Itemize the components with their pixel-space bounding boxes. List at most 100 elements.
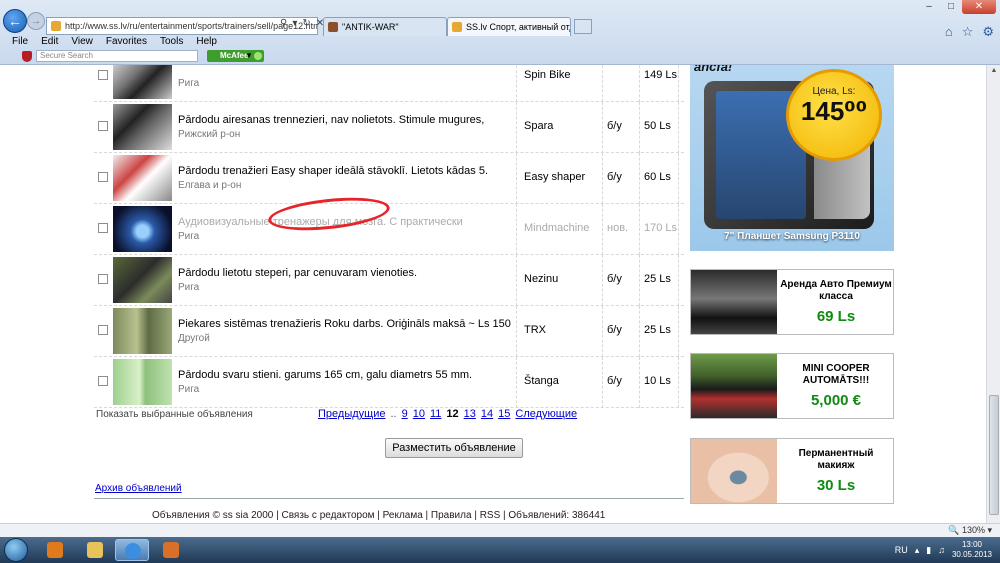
mcafee-button[interactable]: McAfee (207, 50, 265, 62)
ad-title: Перманентный макияж (798, 448, 874, 471)
listing-title-link[interactable]: Pārdodu svaru stieni. garums 165 cm, gal… (178, 369, 518, 381)
menu-favorites[interactable]: Favorites (106, 36, 147, 49)
browser-tab-active[interactable]: SS.lv Спорт, активный отд... (447, 17, 571, 36)
search-icon[interactable]: ⚲ (280, 18, 287, 29)
address-tools: ⚲ ▾ ↻ ✕ (280, 18, 324, 29)
back-button[interactable]: ← (3, 9, 27, 33)
menu-help[interactable]: Help (196, 36, 217, 49)
listing-title-link[interactable]: Pārdodu lietotu steperi, par cenuvaram v… (178, 267, 518, 279)
menu-tools[interactable]: Tools (160, 36, 183, 49)
table-row[interactable]: Piekares sistēmas trenažieris Roku darbs… (94, 306, 684, 357)
menu-edit[interactable]: Edit (41, 36, 58, 49)
minimize-button[interactable]: – (918, 0, 940, 14)
column-divider (602, 255, 603, 306)
listing-thumbnail[interactable] (113, 308, 172, 354)
eye-image (691, 439, 777, 503)
listing-model: Spara (524, 120, 554, 132)
folder-taskbar-icon[interactable] (78, 539, 112, 561)
listing-price: 60 Ls (644, 171, 671, 183)
listing-thumbnail[interactable] (113, 104, 172, 150)
listing-title-link[interactable]: Pārdodu airesanas trennezieri, nav nolie… (178, 114, 518, 126)
tray-arrow-icon[interactable]: ▴ (915, 545, 920, 556)
chevron-down-icon[interactable]: ▼ (245, 51, 253, 60)
address-bar[interactable]: http://www.ss.lv/ru/entertainment/sports… (46, 17, 318, 35)
table-row[interactable]: Pārdodu trenažieri Easy shaper ideālā st… (94, 153, 684, 204)
scroll-up-icon[interactable]: ▲ (989, 67, 999, 77)
listing-thumbnail[interactable] (113, 257, 172, 303)
menu-view[interactable]: View (71, 36, 93, 49)
ad-logo-text: ancfa! (694, 65, 733, 74)
select-checkbox[interactable] (98, 121, 108, 131)
forward-button[interactable]: → (27, 12, 45, 30)
ad-title: MINI COOPER AUTOMĀTS!!! (802, 363, 870, 386)
tablet-ad-banner[interactable]: ancfa! Цена, Ls: 145⁰⁰ 7" Планшет Samsun… (690, 65, 894, 251)
dropdown-icon[interactable]: ▾ (292, 18, 297, 29)
car-rental-ad[interactable]: Аренда Авто Премиум класса 69 Ls (690, 269, 894, 335)
listing-title-link[interactable]: Pārdodu trenažieri Easy shaper ideālā st… (178, 165, 518, 177)
footer: Объявления © ss sia 2000 | Связь с редак… (152, 510, 606, 521)
column-divider (602, 306, 603, 357)
secure-search-input[interactable]: Secure Search (36, 50, 198, 62)
price-badge: Цена, Ls: 145⁰⁰ (786, 69, 882, 161)
clock[interactable]: 13:00 30.05.2013 (952, 540, 992, 560)
scroll-thumb[interactable] (989, 395, 999, 515)
select-checkbox[interactable] (98, 70, 108, 80)
table-row[interactable]: Pārdodu svaru stieni. garums 165 cm, gal… (94, 357, 684, 408)
page-link-10[interactable]: 10 (413, 408, 425, 420)
volume-icon[interactable]: ♫ (938, 545, 945, 555)
listing-thumbnail[interactable] (113, 155, 172, 201)
select-checkbox[interactable] (98, 325, 108, 335)
listing-thumbnail[interactable] (113, 65, 172, 99)
column-divider (516, 306, 517, 357)
page-scrollbar[interactable]: ▲ ▼ (986, 65, 1000, 537)
ie-taskbar-icon[interactable] (115, 539, 149, 561)
start-button[interactable] (4, 538, 28, 562)
table-row[interactable]: Pārdodu airesanas trennezieri, nav nolie… (94, 102, 684, 153)
network-icon[interactable]: ▮ (926, 545, 931, 556)
window-close-button[interactable]: ✕ (962, 0, 996, 14)
listing-thumbnail[interactable] (113, 359, 172, 405)
refresh-icon[interactable]: ↻ (302, 18, 310, 29)
tab-favicon-icon (452, 22, 462, 32)
zoom-level[interactable]: 🔍 130% ▾ (948, 525, 992, 536)
page-link-11[interactable]: 11 (430, 408, 441, 420)
listing-model: Nezinu (524, 273, 559, 285)
paint-taskbar-icon[interactable] (154, 539, 188, 561)
page-link-15[interactable]: 15 (498, 408, 510, 420)
next-page-link[interactable]: Следующие (515, 408, 577, 420)
table-row[interactable]: Pārdodu lietotu steperi, par cenuvaram v… (94, 255, 684, 306)
select-checkbox[interactable] (98, 172, 108, 182)
table-row[interactable]: Рига Spin Bike 149 Ls (94, 65, 684, 102)
mini-cooper-ad[interactable]: MINI COOPER AUTOMĀTS!!! 5,000 € (690, 353, 894, 419)
page-link-14[interactable]: 14 (481, 408, 493, 420)
makeup-ad[interactable]: Перманентный макияж 30 Ls (690, 438, 894, 504)
zoom-value: 130% (961, 525, 985, 535)
media-player-taskbar-icon[interactable] (38, 539, 72, 561)
new-tab-button[interactable] (574, 19, 592, 34)
select-checkbox[interactable] (98, 223, 108, 233)
select-checkbox[interactable] (98, 376, 108, 386)
listing-thumbnail[interactable] (113, 206, 172, 252)
column-divider (678, 357, 679, 408)
archive-link[interactable]: Архив объявлений (95, 483, 182, 494)
menu-file[interactable]: File (12, 36, 28, 49)
listing-price: 170 Ls (644, 222, 678, 234)
page-link-13[interactable]: 13 (464, 408, 476, 420)
post-ad-button[interactable]: Разместить объявление (385, 438, 523, 458)
table-row[interactable]: Аудиовизуальные тренажеры для мозга. С п… (94, 204, 684, 255)
column-divider (678, 255, 679, 306)
column-divider (516, 255, 517, 306)
listing-location: Рига (178, 384, 200, 395)
prev-page-link[interactable]: Предыдущие (318, 408, 385, 420)
page-link-9[interactable]: 9 (402, 408, 408, 420)
listing-location: Елгава и р-он (178, 180, 242, 191)
navigation-row: ← → http://www.ss.lv/ru/entertainment/sp… (0, 8, 1000, 39)
select-checkbox[interactable] (98, 274, 108, 284)
tab-label: "ANTIK-WAR" (342, 22, 399, 32)
show-selected-link[interactable]: Показать выбранные объявления (96, 409, 253, 420)
listing-title-link[interactable]: Piekares sistēmas trenažieris Roku darbs… (178, 318, 518, 330)
ad-price: 5,000 € (810, 392, 862, 409)
maximize-button[interactable]: □ (940, 0, 962, 14)
browser-tab[interactable]: "ANTIK-WAR" (323, 17, 447, 36)
language-indicator[interactable]: RU (895, 545, 908, 555)
